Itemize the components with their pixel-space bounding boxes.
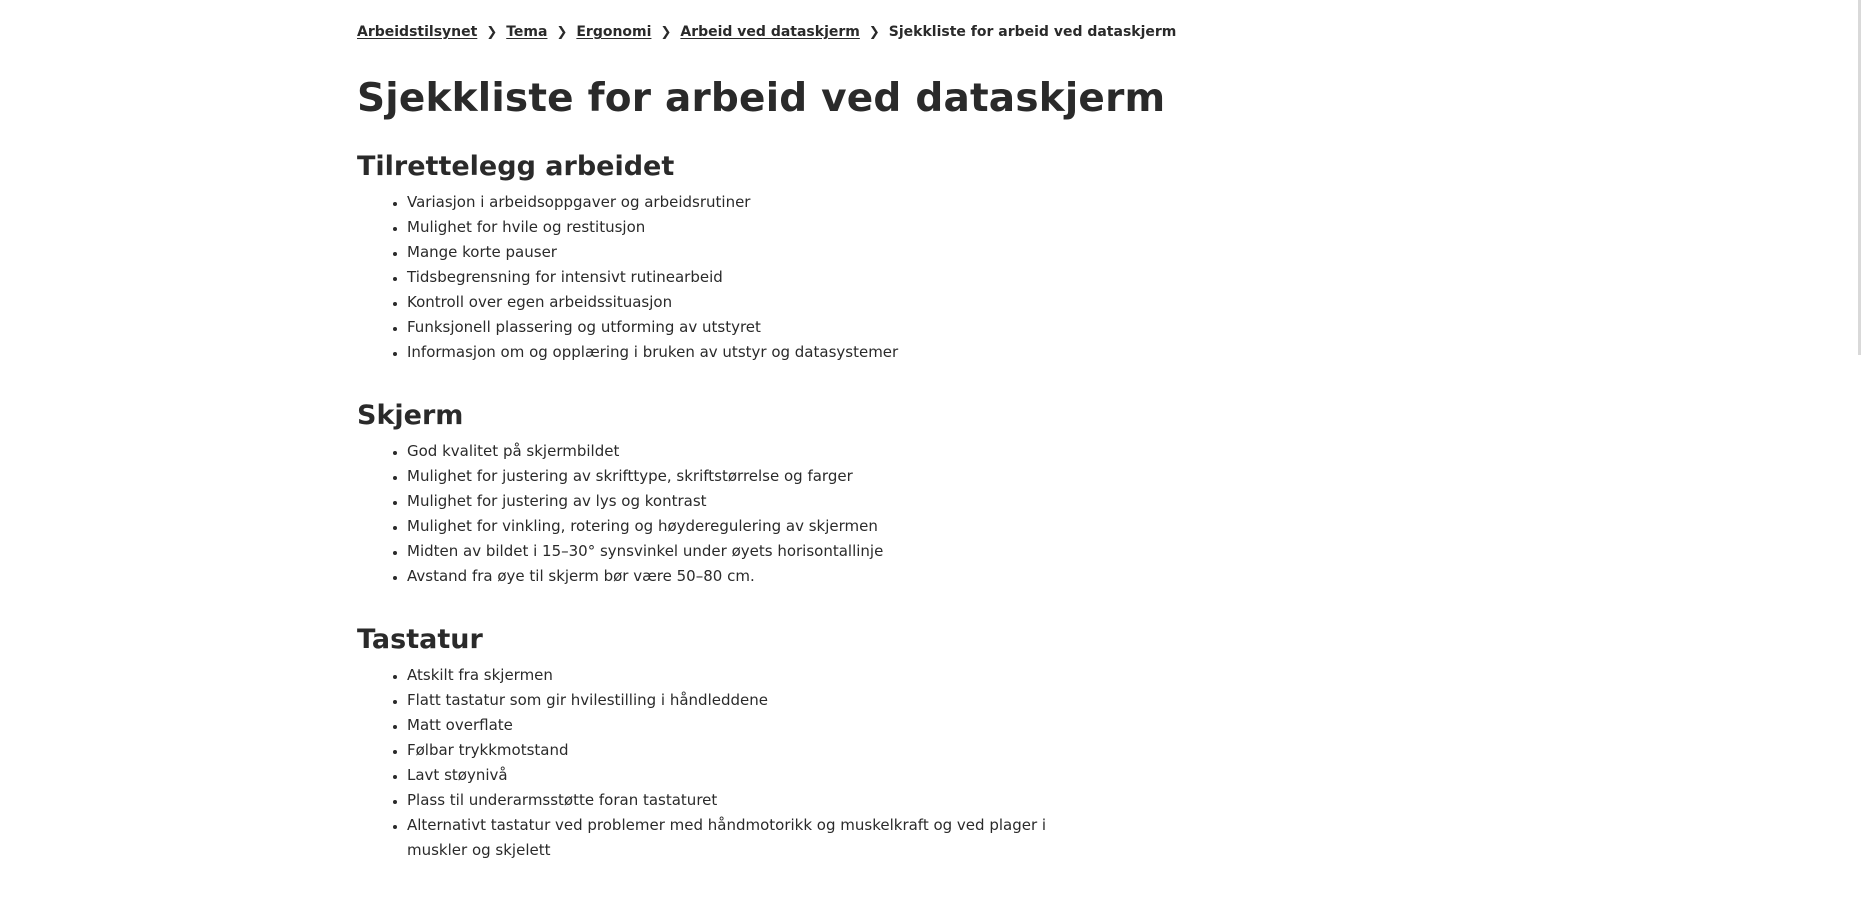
breadcrumb: Arbeidstilsynet ❯ Tema ❯ Ergonomi ❯ Arbe…: [357, 22, 1176, 42]
chevron-right-icon: ❯: [660, 24, 672, 40]
section-tastatur: Tastatur Atskilt fra skjermen Flatt tast…: [357, 624, 1047, 863]
list-item: Variasjon i arbeidsoppgaver og arbeidsru…: [407, 190, 898, 215]
list-item: Kontroll over egen arbeidssituasjon: [407, 290, 898, 315]
list-item: God kvalitet på skjermbildet: [407, 439, 883, 464]
section-tilrettelegg-arbeidet: Tilrettelegg arbeidet Variasjon i arbeid…: [357, 151, 898, 365]
checklist: God kvalitet på skjermbildet Mulighet fo…: [357, 439, 883, 589]
list-item: Mulighet for hvile og restitusjon: [407, 215, 898, 240]
section-heading: Skjerm: [357, 400, 464, 431]
chevron-right-icon: ❯: [556, 24, 568, 40]
breadcrumb-link-arbeid-ved-dataskjerm[interactable]: Arbeid ved dataskjerm: [680, 24, 860, 40]
list-item: Informasjon om og opplæring i bruken av …: [407, 340, 898, 365]
list-item: Lavt støynivå: [407, 763, 1047, 788]
page-title: Sjekkliste for arbeid ved dataskjerm: [357, 76, 1166, 121]
section-heading: Tastatur: [357, 624, 483, 655]
list-item: Funksjonell plassering og utforming av u…: [407, 315, 898, 340]
list-item: Mulighet for vinkling, rotering og høyde…: [407, 514, 883, 539]
checklist: Atskilt fra skjermen Flatt tastatur som …: [357, 663, 1047, 863]
list-item: Matt overflate: [407, 713, 1047, 738]
section-heading: Tilrettelegg arbeidet: [357, 151, 675, 182]
list-item: Flatt tastatur som gir hvilestilling i h…: [407, 688, 1047, 713]
list-item: Mulighet for justering av lys og kontras…: [407, 489, 883, 514]
section-skjerm: Skjerm God kvalitet på skjermbildet Muli…: [357, 400, 883, 589]
list-item: Plass til underarmsstøtte foran tastatur…: [407, 788, 1047, 813]
list-item: Alternativt tastatur ved problemer med h…: [407, 813, 1047, 863]
list-item: Følbar trykkmotstand: [407, 738, 1047, 763]
main-content: Arbeidstilsynet ❯ Tema ❯ Ergonomi ❯ Arbe…: [357, 22, 1176, 859]
chevron-right-icon: ❯: [486, 24, 498, 40]
breadcrumb-current: Sjekkliste for arbeid ved dataskjerm: [888, 24, 1177, 40]
breadcrumb-link-ergonomi[interactable]: Ergonomi: [576, 24, 651, 40]
page: Arbeidstilsynet ❯ Tema ❯ Ergonomi ❯ Arbe…: [0, 0, 1861, 902]
list-item: Mange korte pauser: [407, 240, 898, 265]
list-item: Atskilt fra skjermen: [407, 663, 1047, 688]
checklist: Variasjon i arbeidsoppgaver og arbeidsru…: [357, 190, 898, 365]
list-item: Tidsbegrensning for intensivt rutinearbe…: [407, 265, 898, 290]
list-item: Midten av bildet i 15–30° synsvinkel und…: [407, 539, 883, 564]
chevron-right-icon: ❯: [868, 24, 880, 40]
list-item: Mulighet for justering av skrifttype, sk…: [407, 464, 883, 489]
breadcrumb-link-tema[interactable]: Tema: [506, 24, 547, 40]
list-item: Avstand fra øye til skjerm bør være 50–8…: [407, 564, 883, 589]
breadcrumb-link-arbeidstilsynet[interactable]: Arbeidstilsynet: [357, 24, 477, 40]
